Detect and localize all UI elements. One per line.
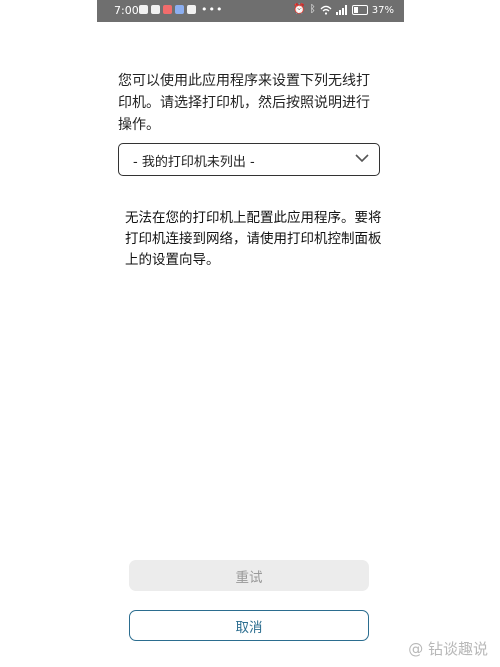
cancel-button[interactable]: 取消 (129, 610, 369, 641)
app-icon-1 (139, 5, 148, 14)
notification-icons (139, 5, 196, 14)
app-screen: 7:00 ••• ⏰ ᛒ 37% 您可以使用此应用程序来设置下列无线打印机。请选… (97, 0, 404, 667)
error-notice: 无法在您的打印机上配置此应用程序。要将打印机连接到网络，请使用打印机控制面板上的… (125, 210, 382, 268)
printer-select-value: - 我的打印机未列出 - (133, 155, 255, 170)
signal-icon (335, 5, 347, 15)
chat-icon (151, 5, 160, 14)
chevron-down-icon (355, 154, 369, 163)
intro-text: 您可以使用此应用程序来设置下列无线打印机。请选择打印机，然后按照说明进行操作。 (118, 73, 370, 133)
more-notifications-icon: ••• (201, 3, 224, 16)
red-app-icon (163, 5, 172, 14)
battery-icon (351, 5, 368, 15)
printer-select[interactable]: - 我的打印机未列出 - (118, 143, 380, 176)
retry-button[interactable]: 重试 (129, 560, 369, 591)
layers-icon (187, 5, 196, 14)
wifi-icon (320, 5, 332, 15)
battery-percent: 37% (371, 4, 394, 16)
status-bar: 7:00 ••• ⏰ ᛒ 37% (97, 0, 404, 22)
watermark: @ 钻谈趣说 (408, 640, 488, 658)
blue-app-icon (175, 5, 184, 14)
status-time: 7:00 (114, 4, 139, 17)
bluetooth-icon: ᛒ (309, 4, 316, 15)
alarm-icon: ⏰ (293, 4, 306, 15)
system-icons: ⏰ ᛒ 37% (293, 4, 394, 16)
